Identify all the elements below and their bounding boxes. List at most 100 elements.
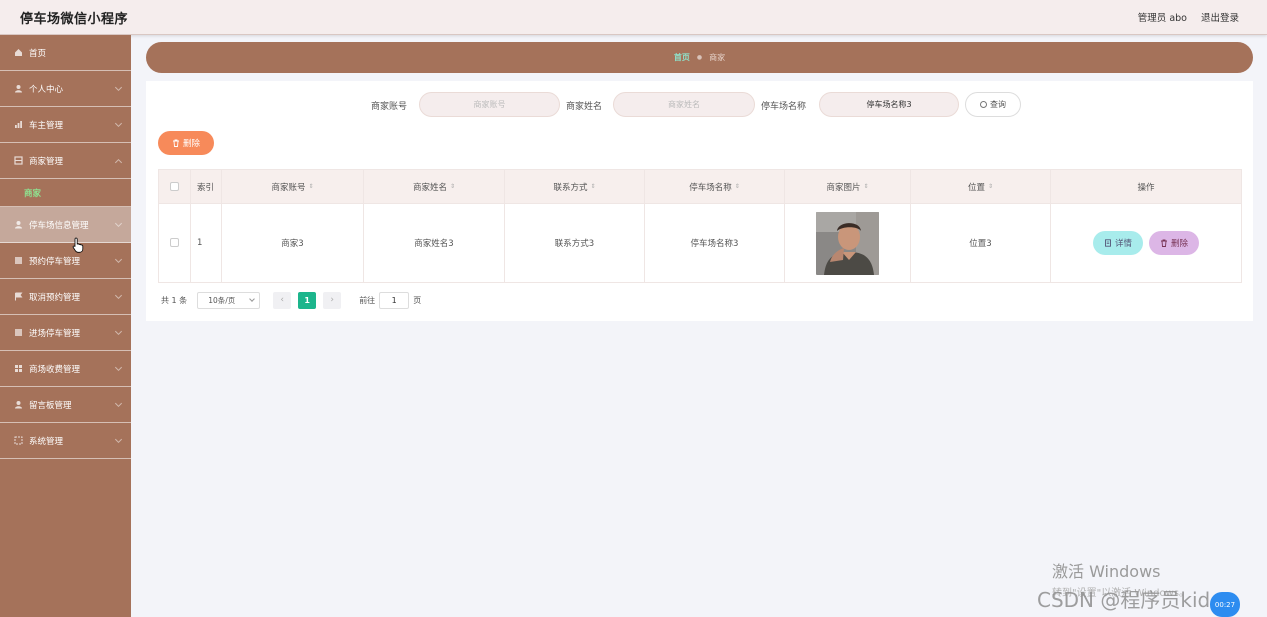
sidebar-item-parking-info[interactable]: 停车场信息管理: [0, 207, 131, 243]
document-icon: [1105, 239, 1111, 247]
hand-cursor-icon: [72, 237, 84, 253]
user-icon: [14, 84, 23, 93]
column-header-parking[interactable]: 停车场名称 ⇕: [644, 169, 785, 204]
cell-account: 商家3: [221, 203, 364, 283]
search-bar: 商家账号 商家账号 商家姓名 商家姓名 停车场名称 停车场名称3 查询: [146, 92, 1253, 118]
column-header-image[interactable]: 商家图片 ⇕: [784, 169, 911, 204]
chevron-down-icon: [114, 219, 123, 228]
page-size-select[interactable]: 10条/页: [197, 291, 261, 309]
sort-icon[interactable]: ⇕: [863, 184, 868, 190]
sidebar-item-merchant-management[interactable]: 商家管理: [0, 143, 131, 179]
column-header-contact[interactable]: 联系方式 ⇕: [504, 169, 645, 204]
sidebar-item-label: 商场收费管理: [29, 364, 81, 375]
cell-parking: 停车场名称3: [644, 203, 785, 283]
column-header-index: 索引: [190, 169, 222, 204]
table-row: 1 商家3 商家姓名3 联系方式3 停车场名称3 位置3 详情 删除: [158, 203, 1242, 283]
sidebar-item-reservation[interactable]: 预约停车管理: [0, 243, 131, 279]
sidebar-subitem-merchant[interactable]: 商家: [0, 179, 131, 207]
chevron-down-icon: [249, 295, 256, 302]
column-header-account[interactable]: 商家账号 ⇕: [221, 169, 364, 204]
cell-index: 1: [190, 203, 222, 283]
merchant-name-label: 商家姓名: [566, 102, 603, 112]
cell-location: 位置3: [910, 203, 1051, 283]
detail-button-label: 详情: [1114, 239, 1132, 249]
sidebar-item-label: 进场停车管理: [29, 328, 81, 339]
user-area: 管理员 abo 退出登录: [1138, 10, 1239, 24]
cell-name: 商家姓名3: [363, 203, 505, 283]
column-header-actions: 操作: [1050, 169, 1242, 204]
apps-icon: [14, 364, 23, 373]
page-number-button[interactable]: 1: [298, 291, 317, 309]
column-header-label: 商家图片: [826, 182, 861, 193]
select-all-checkbox[interactable]: [170, 181, 179, 191]
watermark-line-1: 激活 Windows: [1052, 562, 1161, 581]
sort-icon[interactable]: ⇕: [308, 184, 313, 190]
goto-suffix: 页: [413, 295, 422, 305]
search-button[interactable]: 查询: [965, 92, 1021, 117]
column-header-label: 联系方式: [553, 182, 588, 193]
sidebar-item-label: 系统管理: [29, 436, 64, 447]
sidebar-item-mall-charges[interactable]: 商场收费管理: [0, 351, 131, 387]
merchant-photo[interactable]: [816, 211, 879, 275]
batch-delete-button[interactable]: 删除: [158, 131, 214, 155]
grid-icon: [14, 256, 23, 265]
column-header-name[interactable]: 商家姓名 ⇕: [363, 169, 505, 204]
timer-badge: 00:27: [1210, 592, 1240, 617]
sidebar-item-owner-management[interactable]: 车主管理: [0, 107, 131, 143]
csdn-watermark: CSDN @程序员kido: [1037, 588, 1223, 612]
next-page-button[interactable]: ›: [323, 291, 342, 309]
cell-contact: 联系方式3: [504, 203, 645, 283]
merchant-name-input[interactable]: 商家姓名: [613, 92, 755, 117]
prev-page-button[interactable]: ‹: [273, 291, 292, 309]
column-header-label: 停车场名称: [689, 182, 732, 193]
user-name: 管理员 abo: [1137, 13, 1187, 24]
sidebar-item-message-board[interactable]: 留言板管理: [0, 387, 131, 423]
column-header-label: 商家姓名: [412, 182, 447, 193]
column-header-label: 商家账号: [271, 182, 306, 193]
page-size-value: 10条/页: [208, 295, 236, 305]
row-checkbox[interactable]: [170, 238, 179, 247]
sidebar-item-label: 取消预约管理: [29, 292, 81, 303]
sort-icon[interactable]: ⇕: [988, 184, 993, 190]
merchant-account-input[interactable]: 商家账号: [419, 92, 560, 117]
sidebar-item-personal-center[interactable]: 个人中心: [0, 71, 131, 107]
home-icon: [14, 48, 23, 57]
detail-button[interactable]: 详情: [1093, 231, 1143, 255]
select-all-cell[interactable]: [158, 169, 191, 204]
sort-icon[interactable]: ⇕: [590, 184, 595, 190]
sidebar-item-cancel-reservation[interactable]: 取消预约管理: [0, 279, 131, 315]
grid-icon: [14, 328, 23, 337]
logout-link[interactable]: 退出登录: [1201, 10, 1239, 24]
grid-icon: [14, 156, 23, 165]
search-icon: [980, 101, 987, 108]
breadcrumb-current: 商家: [709, 53, 726, 62]
row-delete-button[interactable]: 删除: [1149, 231, 1199, 255]
column-header-location[interactable]: 位置 ⇕: [910, 169, 1051, 204]
user-icon: [14, 220, 23, 229]
sort-icon[interactable]: ⇕: [735, 184, 740, 190]
cell-image: [784, 203, 911, 283]
frame-icon: [14, 436, 23, 445]
row-select-cell[interactable]: [158, 203, 191, 283]
total-count: 共 1 条: [161, 295, 188, 305]
chevron-down-icon: [114, 83, 123, 92]
batch-delete-label: 删除: [182, 139, 200, 149]
parking-name-input[interactable]: 停车场名称3: [819, 92, 959, 117]
goto-page-input[interactable]: 1: [379, 291, 410, 309]
sidebar-item-label: 停车场信息管理: [29, 220, 89, 231]
chevron-down-icon: [114, 435, 123, 444]
sidebar-item-entry-parking[interactable]: 进场停车管理: [0, 315, 131, 351]
trash-icon: [1160, 239, 1167, 247]
sort-icon[interactable]: ⇕: [450, 184, 455, 190]
breadcrumb-home[interactable]: 首页: [674, 52, 690, 63]
app-title: 停车场微信小程序: [20, 11, 129, 27]
sidebar-item-home[interactable]: 首页: [0, 35, 131, 71]
chevron-down-icon: [114, 363, 123, 372]
sidebar-item-system[interactable]: 系统管理: [0, 423, 131, 459]
chevron-down-icon: [114, 291, 123, 300]
sidebar-item-label: 车主管理: [29, 120, 64, 131]
sidebar-subitem-label: 商家: [24, 188, 42, 199]
chevron-down-icon: [114, 119, 123, 128]
pagination: 共 1 条 10条/页 ‹ 1 › 前往 1 页: [161, 291, 421, 309]
sidebar-item-label: 商家管理: [29, 156, 64, 167]
